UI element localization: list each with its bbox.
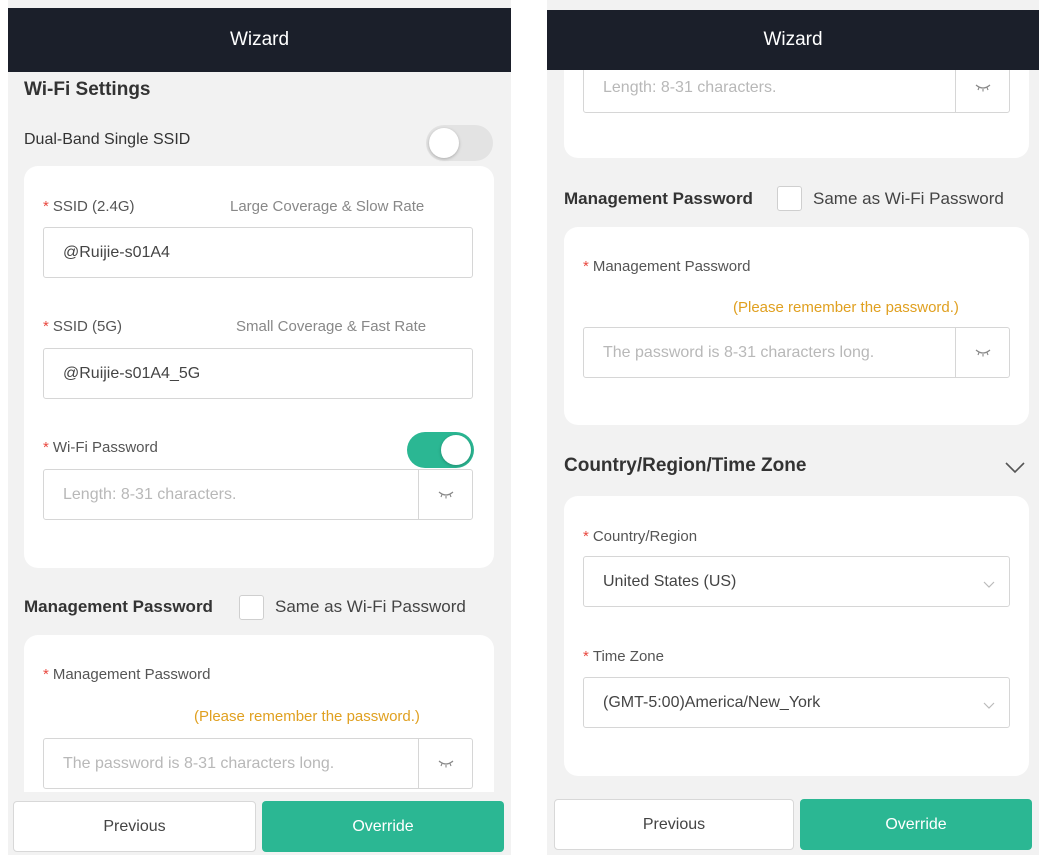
remember-password-note: (Please remember the password.) [194, 708, 420, 725]
eye-closed-icon[interactable] [955, 328, 1009, 377]
management-password-input[interactable]: The password is 8-31 characters long. [43, 738, 473, 789]
required-mark: * [583, 258, 589, 275]
dual-band-toggle[interactable] [426, 125, 493, 161]
region-card: * Country/Region United States (US) * Time… [564, 496, 1029, 776]
previous-button[interactable]: Previous [554, 799, 794, 850]
wifi-password-placeholder: Length: 8-31 characters. [63, 485, 237, 503]
required-mark: * [43, 439, 49, 456]
eye-closed-icon[interactable] [418, 470, 472, 519]
management-password-label: * Management Password [583, 258, 750, 275]
ssid-24-hint: Large Coverage & Slow Rate [230, 198, 425, 215]
wifi-settings-card: * SSID (2.4G) Large Coverage & Slow Rate … [24, 166, 494, 568]
country-select[interactable]: United States (US) [583, 556, 1010, 607]
ssid-5-value: @Ruijie-s01A4_5G [63, 364, 201, 382]
management-password-label-text: Management Password [592, 258, 751, 275]
previous-button[interactable]: Previous [13, 801, 256, 852]
country-value: United States (US) [603, 572, 737, 590]
management-password-placeholder: The password is 8-31 characters long. [63, 754, 335, 772]
ssid-5-input[interactable]: @Ruijie-s01A4_5G [43, 348, 473, 399]
override-button[interactable]: Override [262, 801, 504, 852]
country-label: * Country/Region [583, 528, 697, 545]
timezone-label-text: Time Zone [592, 648, 664, 665]
required-mark: * [43, 318, 49, 335]
toggle-knob [441, 435, 471, 465]
timezone-label: * Time Zone [583, 648, 664, 665]
same-as-wifi-label: Same as Wi-Fi Password [275, 597, 466, 616]
override-button[interactable]: Override [800, 799, 1032, 850]
ssid-24-input[interactable]: @Ruijie-s01A4 [43, 227, 473, 278]
management-password-label-text: Management Password [52, 666, 211, 683]
eye-closed-icon[interactable] [955, 63, 1009, 112]
wifi-settings-title: Wi-Fi Settings [24, 79, 151, 100]
management-password-card: * Management Password (Please remember th… [564, 227, 1029, 425]
toggle-knob [429, 128, 459, 158]
required-mark: * [583, 528, 589, 545]
country-label-text: Country/Region [592, 528, 698, 545]
dual-band-label: Dual-Band Single SSID [24, 131, 191, 148]
region-section-title: Country/Region/Time Zone [564, 455, 807, 476]
header-title: Wizard [547, 10, 1039, 70]
ssid-5-label-text: SSID (5G) [52, 318, 123, 335]
management-password-label: * Management Password [43, 666, 210, 683]
ssid-24-value: @Ruijie-s01A4 [63, 243, 170, 261]
header-title: Wizard [8, 8, 511, 72]
management-password-placeholder: The password is 8-31 characters long. [603, 343, 875, 361]
chevron-down-icon [983, 576, 995, 594]
wifi-password-label-text: Wi-Fi Password [52, 439, 158, 456]
chevron-down-icon[interactable] [1005, 461, 1025, 479]
wizard-screen-left: Wizard Wi-Fi Settings Dual-Band Single S… [8, 0, 511, 855]
wifi-password-label: * Wi-Fi Password [43, 439, 158, 456]
management-password-title: Management Password [24, 597, 213, 616]
required-mark: * [43, 198, 49, 215]
management-password-title: Management Password [564, 189, 753, 208]
wifi-password-placeholder: Length: 8-31 characters. [603, 78, 777, 96]
ssid-5-hint: Small Coverage & Fast Rate [236, 318, 427, 335]
timezone-select[interactable]: (GMT-5:00)America/New_York [583, 677, 1010, 728]
timezone-value: (GMT-5:00)America/New_York [603, 693, 821, 711]
ssid-24-label-text: SSID (2.4G) [52, 198, 135, 215]
same-as-wifi-checkbox[interactable] [239, 595, 264, 620]
chevron-down-icon [983, 697, 995, 715]
wifi-password-toggle[interactable] [407, 432, 474, 468]
management-password-input[interactable]: The password is 8-31 characters long. [583, 327, 1010, 378]
ssid-24-label: * SSID (2.4G) [43, 198, 135, 215]
required-mark: * [43, 666, 49, 683]
eye-closed-icon[interactable] [418, 739, 472, 788]
same-as-wifi-checkbox[interactable] [777, 186, 802, 211]
required-mark: * [583, 648, 589, 665]
same-as-wifi-label: Same as Wi-Fi Password [813, 189, 1004, 208]
wifi-password-input[interactable]: Length: 8-31 characters. [43, 469, 473, 520]
remember-password-note: (Please remember the password.) [733, 299, 959, 316]
wizard-screen-right: Length: 8-31 characters. Wizard Manageme… [547, 0, 1039, 855]
ssid-5-label: * SSID (5G) [43, 318, 122, 335]
